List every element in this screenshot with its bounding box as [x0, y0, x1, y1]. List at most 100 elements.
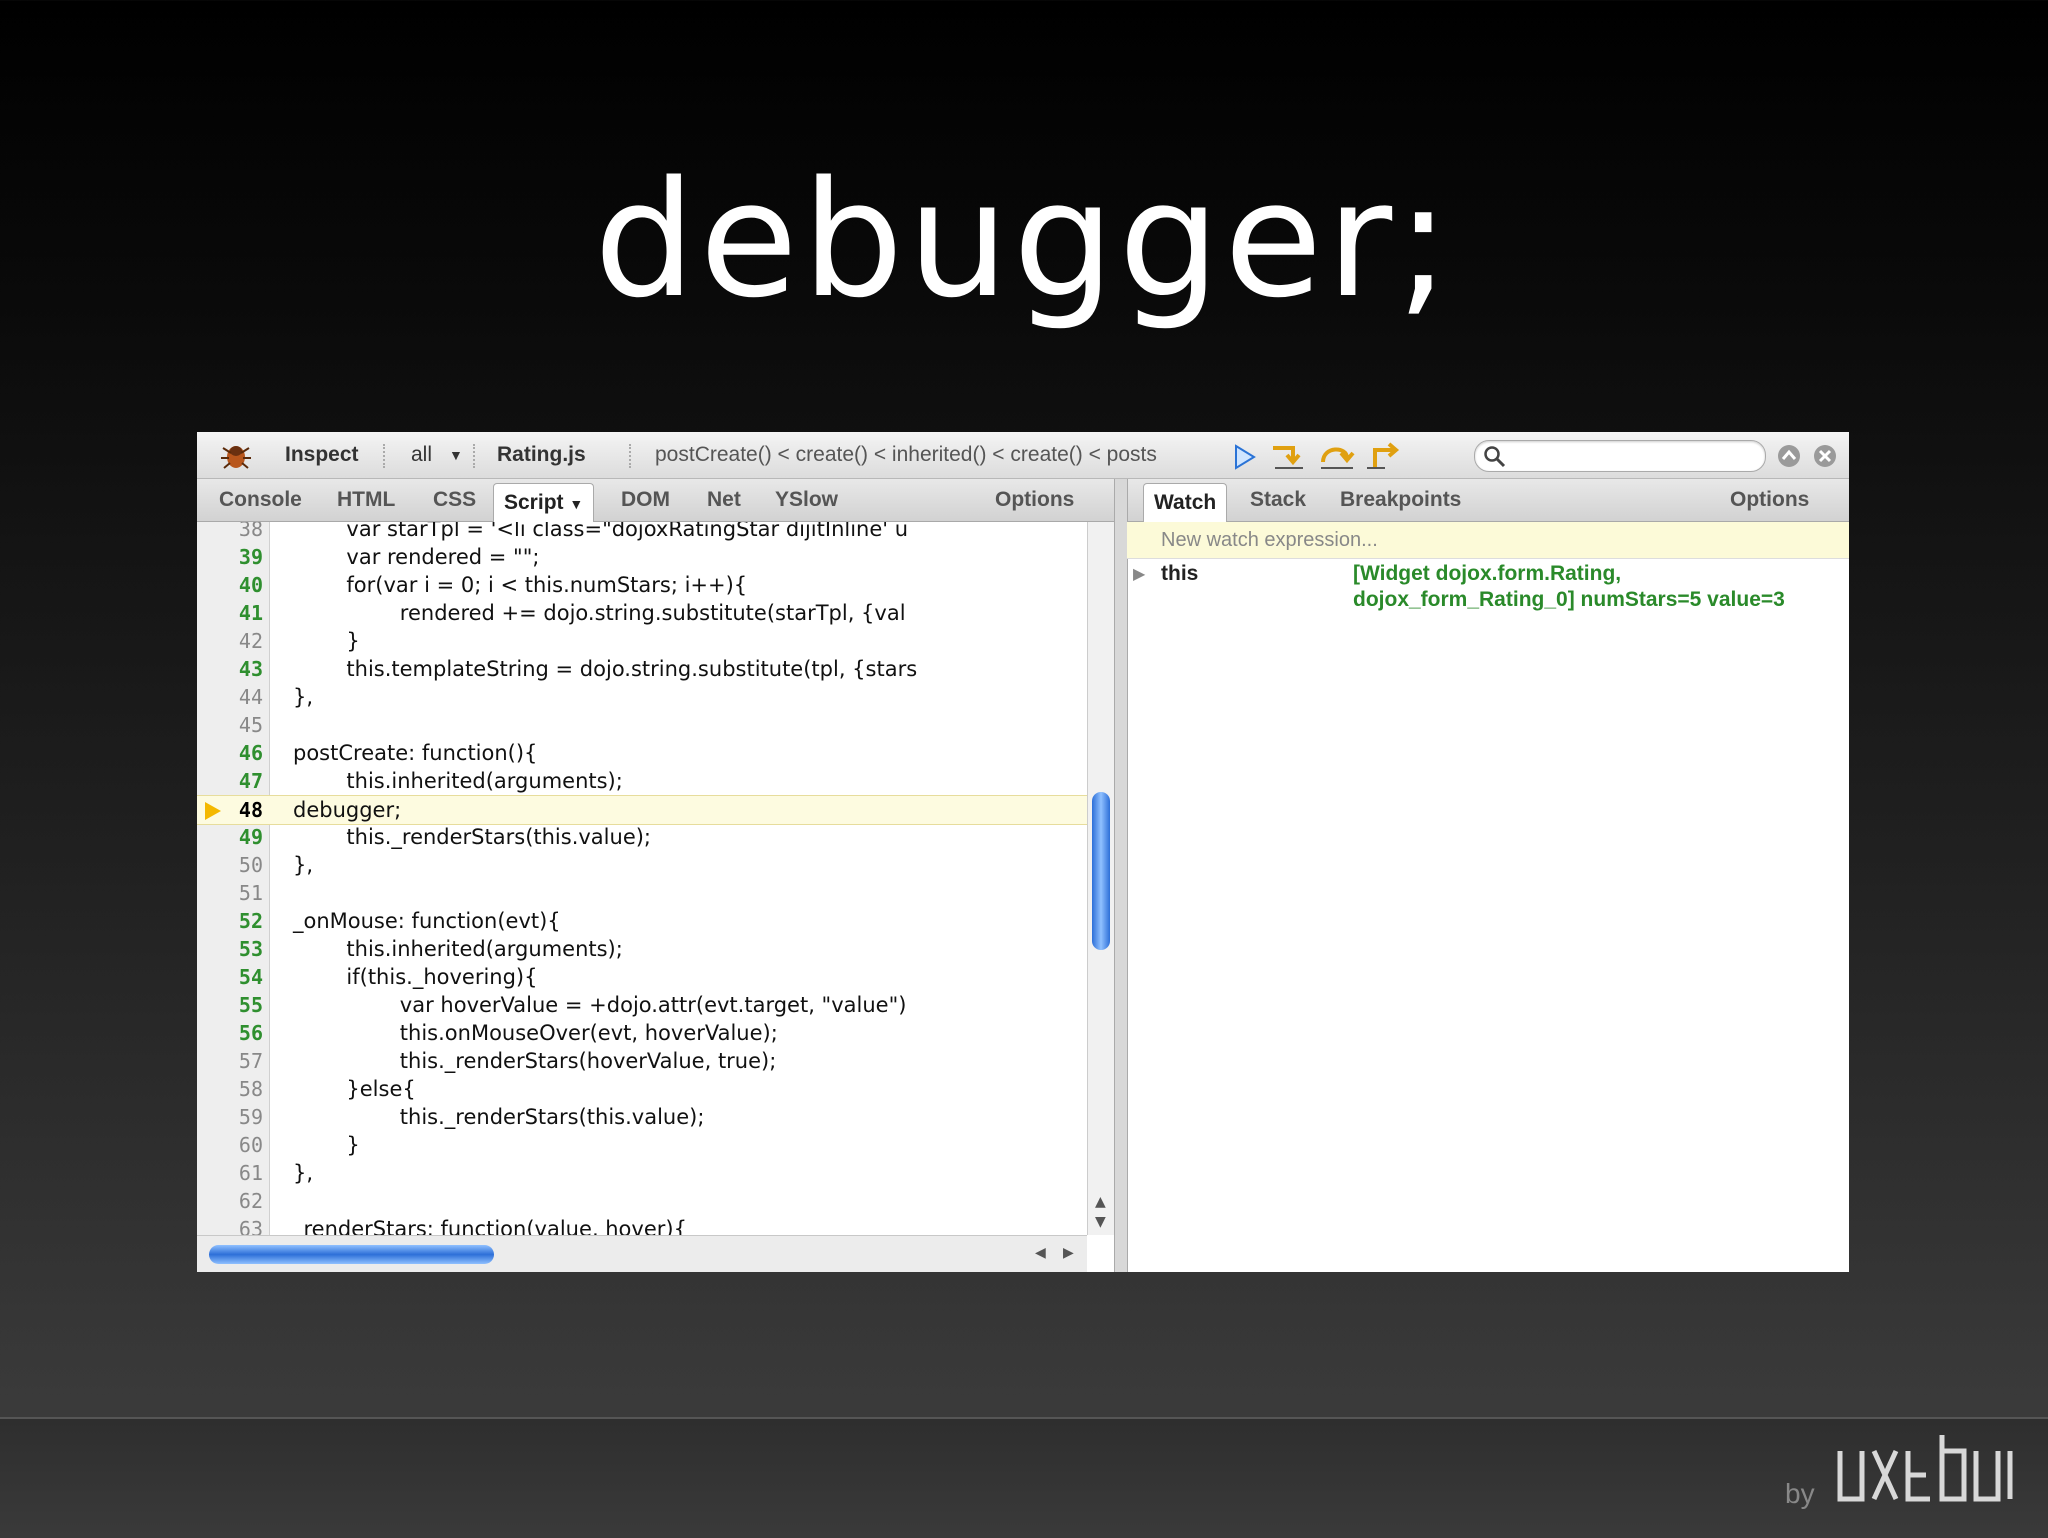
code-line[interactable]: 50}, — [197, 851, 1087, 879]
code-line[interactable]: 49 this._renderStars(this.value); — [197, 823, 1087, 851]
minimize-icon[interactable] — [1777, 444, 1801, 468]
horizontal-scrollbar[interactable]: ◀ ▶ — [197, 1235, 1087, 1272]
line-number[interactable]: 45 — [197, 711, 263, 739]
code-line[interactable]: 43 this.templateString = dojo.string.sub… — [197, 655, 1087, 683]
vertical-scrollbar[interactable]: ▲ ▼ — [1087, 522, 1114, 1235]
firebug-bug-icon[interactable] — [219, 440, 253, 470]
tab-dom[interactable]: DOM — [621, 479, 670, 521]
search-input[interactable] — [1474, 440, 1766, 472]
tab-net[interactable]: Net — [707, 479, 741, 521]
line-number[interactable]: 42 — [197, 627, 263, 655]
continue-icon[interactable] — [1233, 444, 1257, 470]
close-icon[interactable] — [1813, 444, 1837, 468]
line-number[interactable]: 52 — [197, 907, 263, 935]
code-line[interactable]: 62 — [197, 1187, 1087, 1215]
code-line[interactable]: 63 _renderStars: function(value, hover){ — [197, 1215, 1087, 1235]
scroll-right-arrow-icon[interactable]: ▶ — [1063, 1245, 1074, 1261]
filter-dropdown[interactable]: all — [411, 432, 432, 478]
code-line[interactable]: 57 this._renderStars(hoverValue, true); — [197, 1047, 1087, 1075]
scroll-down-arrow-icon[interactable]: ▼ — [1095, 1214, 1106, 1230]
line-number[interactable]: 60 — [197, 1131, 263, 1159]
current-execution-line[interactable]: 48 debugger; — [197, 795, 1087, 825]
code-line[interactable]: 42 } — [197, 627, 1087, 655]
line-number[interactable]: 55 — [197, 991, 263, 1019]
expand-triangle-icon[interactable]: ▶ — [1133, 564, 1145, 584]
code-line[interactable]: 51 — [197, 879, 1087, 907]
code-line[interactable]: 40 for(var i = 0; i < this.numStars; i++… — [197, 571, 1087, 599]
line-number[interactable]: 61 — [197, 1159, 263, 1187]
tab-watch[interactable]: Watch — [1143, 483, 1228, 522]
line-number[interactable]: 47 — [197, 767, 263, 795]
code-line[interactable]: 60 } — [197, 1131, 1087, 1159]
code-line[interactable]: 56 this.onMouseOver(evt, hoverValue); — [197, 1019, 1087, 1047]
search-icon — [1484, 446, 1506, 468]
tab-stack[interactable]: Stack — [1250, 479, 1306, 521]
code-line[interactable]: 59 this._renderStars(this.value); — [197, 1103, 1087, 1131]
script-source-panel[interactable]: 38 var starTpl = '<li class="dojoxRating… — [197, 522, 1087, 1235]
source-text: this._renderStars(this.value); — [293, 1105, 705, 1129]
scroll-left-arrow-icon[interactable]: ◀ — [1035, 1245, 1046, 1261]
tab-script[interactable]: Script ▼ — [493, 483, 595, 523]
chevron-down-icon[interactable]: ▼ — [449, 432, 463, 478]
code-line[interactable]: 46 postCreate: function(){ — [197, 739, 1087, 767]
line-number[interactable]: 53 — [197, 935, 263, 963]
code-line[interactable]: 38 var starTpl = '<li class="dojoxRating… — [197, 522, 1087, 543]
script-file-selector[interactable]: Rating.js — [497, 432, 586, 478]
code-line[interactable]: 52 _onMouse: function(evt){ — [197, 907, 1087, 935]
source-text: if(this._hovering){ — [293, 965, 538, 989]
code-line[interactable]: 47 this.inherited(arguments); — [197, 767, 1087, 795]
line-number[interactable]: 38 — [197, 522, 263, 543]
code-line[interactable]: 39 var rendered = ""; — [197, 543, 1087, 571]
step-over-icon[interactable] — [1317, 442, 1357, 472]
horizontal-scroll-thumb[interactable] — [209, 1245, 494, 1264]
code-line[interactable]: 44}, — [197, 683, 1087, 711]
code-line[interactable]: 61}, — [197, 1159, 1087, 1187]
line-number[interactable]: 62 — [197, 1187, 263, 1215]
source-text: this.inherited(arguments); — [293, 769, 623, 793]
watch-entry-name: this — [1161, 562, 1199, 585]
slide-footer — [0, 1417, 2048, 1538]
step-out-icon[interactable] — [1365, 442, 1405, 472]
watch-options-button[interactable]: Options — [1730, 479, 1809, 521]
line-number[interactable]: 50 — [197, 851, 263, 879]
line-number[interactable]: 57 — [197, 1047, 263, 1075]
script-options-button[interactable]: Options — [995, 479, 1074, 521]
code-line[interactable]: 53 this.inherited(arguments); — [197, 935, 1087, 963]
line-number[interactable]: 46 — [197, 739, 263, 767]
line-number[interactable]: 39 — [197, 543, 263, 571]
line-number[interactable]: 49 — [197, 823, 263, 851]
step-into-icon[interactable] — [1269, 442, 1309, 472]
panel-tabs: Console HTML CSS Script ▼ DOM Net YSlow … — [197, 479, 1849, 523]
tab-yslow[interactable]: YSlow — [775, 479, 838, 521]
vertical-scroll-thumb[interactable] — [1092, 792, 1110, 950]
tab-console[interactable]: Console — [219, 479, 302, 521]
line-number[interactable]: 51 — [197, 879, 263, 907]
tab-breakpoints[interactable]: Breakpoints — [1340, 479, 1461, 521]
new-watch-expression-placeholder: New watch expression... — [1161, 529, 1378, 551]
tab-html[interactable]: HTML — [337, 479, 395, 521]
line-number[interactable]: 43 — [197, 655, 263, 683]
inspect-button[interactable]: Inspect — [285, 432, 359, 478]
line-number[interactable]: 56 — [197, 1019, 263, 1047]
line-number[interactable]: 41 — [197, 599, 263, 627]
code-line[interactable]: 41 rendered += dojo.string.substitute(st… — [197, 599, 1087, 627]
code-line[interactable]: 54 if(this._hovering){ — [197, 963, 1087, 991]
tab-css[interactable]: CSS — [433, 479, 476, 521]
scroll-up-arrow-icon[interactable]: ▲ — [1095, 1194, 1106, 1210]
line-number[interactable]: 59 — [197, 1103, 263, 1131]
line-number[interactable]: 44 — [197, 683, 263, 711]
new-watch-expression-input[interactable]: New watch expression... — [1127, 522, 1849, 559]
code-line[interactable]: 58 }else{ — [197, 1075, 1087, 1103]
code-line[interactable]: 55 var hoverValue = +dojo.attr(evt.targe… — [197, 991, 1087, 1019]
source-text: _onMouse: function(evt){ — [293, 909, 561, 933]
call-stack-breadcrumb[interactable]: postCreate() < create() < inherited() < … — [655, 432, 1157, 478]
line-number[interactable]: 54 — [197, 963, 263, 991]
line-number[interactable]: 58 — [197, 1075, 263, 1103]
source-text: }, — [293, 1161, 314, 1185]
line-number[interactable]: 40 — [197, 571, 263, 599]
chevron-down-icon[interactable]: ▼ — [569, 496, 583, 512]
line-number[interactable]: 48 — [197, 796, 263, 824]
panel-splitter[interactable] — [1114, 479, 1128, 1272]
code-line[interactable]: 45 — [197, 711, 1087, 739]
line-number[interactable]: 63 — [197, 1215, 263, 1235]
